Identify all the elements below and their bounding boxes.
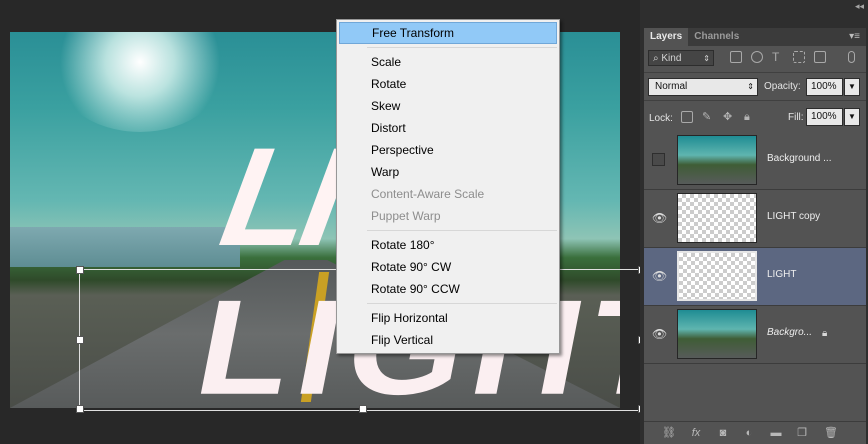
menu-separator bbox=[367, 230, 557, 231]
menu-item-warp[interactable]: Warp bbox=[337, 161, 559, 183]
lock-label: Lock: bbox=[649, 113, 673, 124]
transform-context-menu: Free Transform Scale Rotate Skew Distort Pers… bbox=[336, 19, 560, 354]
eye-icon[interactable]: 👁︎ bbox=[652, 327, 667, 341]
lock-transparent-icon[interactable] bbox=[681, 111, 693, 123]
transform-handle-bottom-left[interactable] bbox=[76, 405, 84, 413]
layer-name[interactable]: Background ... bbox=[767, 153, 831, 164]
opacity-dropdown-button[interactable]: ▼ bbox=[844, 78, 860, 96]
transform-handle-bottom-center[interactable] bbox=[359, 405, 367, 413]
sun-glare bbox=[50, 32, 230, 132]
lock-position-icon[interactable]: ✥ bbox=[723, 111, 735, 123]
menu-item-free-transform[interactable]: Free Transform bbox=[339, 22, 557, 44]
adjustment-filter-icon[interactable] bbox=[751, 51, 763, 63]
menu-item-distort[interactable]: Distort bbox=[337, 117, 559, 139]
link-layers-icon[interactable]: ⛓ bbox=[662, 427, 676, 439]
new-group-icon[interactable]: ▬ bbox=[770, 427, 782, 439]
menu-item-rotate-180[interactable]: Rotate 180° bbox=[337, 234, 559, 256]
visibility-toggle-off[interactable] bbox=[652, 153, 665, 166]
layer-row[interactable]: Background ... bbox=[644, 132, 866, 190]
shape-filter-icon[interactable] bbox=[793, 51, 805, 63]
layer-row[interactable]: 👁︎ LIGHT bbox=[644, 248, 866, 306]
layer-name[interactable]: LIGHT bbox=[767, 269, 796, 280]
layer-filter-select[interactable]: ⌕ Kind ⇕ bbox=[648, 50, 714, 66]
layer-row[interactable]: 👁︎ Backgro... 🔒︎ bbox=[644, 306, 866, 364]
tab-layers[interactable]: Layers bbox=[644, 28, 689, 46]
layers-list: Background ... 👁︎ LIGHT copy 👁︎ LIGHT 👁︎ Backg… bbox=[644, 132, 866, 364]
menu-item-flip-vertical[interactable]: Flip Vertical bbox=[337, 329, 559, 351]
lock-pixels-icon[interactable]: ✎ bbox=[702, 111, 714, 123]
smart-object-filter-icon[interactable] bbox=[814, 51, 826, 63]
new-layer-icon[interactable]: ❐ bbox=[796, 427, 808, 439]
menu-item-puppet-warp: Puppet Warp bbox=[371, 209, 441, 223]
chevron-updown-icon: ⇕ bbox=[703, 54, 710, 63]
lock-icon: 🔒︎ bbox=[822, 328, 828, 339]
layer-thumbnail[interactable] bbox=[677, 193, 757, 243]
menu-item-perspective[interactable]: Perspective bbox=[337, 139, 559, 161]
layers-panel: Layers Channels ▾≡ ⌕ Kind ⇕ T Normal ⇕ Op… bbox=[644, 28, 866, 444]
lake bbox=[10, 227, 240, 267]
collapse-panels-icon[interactable]: ◂◂ bbox=[855, 1, 864, 12]
menu-item-scale[interactable]: Scale bbox=[337, 51, 559, 73]
add-mask-icon[interactable]: ◙ bbox=[717, 427, 729, 439]
menu-item-flip-horizontal[interactable]: Flip Horizontal bbox=[337, 307, 559, 329]
menu-item-rotate-90-ccw[interactable]: Rotate 90° CCW bbox=[337, 278, 559, 300]
layer-thumbnail[interactable] bbox=[677, 309, 757, 359]
fill-input[interactable]: 100% bbox=[806, 108, 843, 126]
adjustment-layer-icon[interactable]: ◐ bbox=[743, 427, 755, 439]
layer-row[interactable]: 👁︎ LIGHT copy bbox=[644, 190, 866, 248]
fx-icon[interactable]: fx bbox=[690, 427, 702, 439]
layer-thumbnail[interactable] bbox=[677, 251, 757, 301]
filter-kind-label: Kind bbox=[661, 53, 682, 64]
menu-item-skew[interactable]: Skew bbox=[337, 95, 559, 117]
filter-toggle-icon[interactable] bbox=[848, 51, 855, 63]
menu-item-content-aware-scale: Content-Aware Scale bbox=[371, 187, 485, 201]
lock-all-icon[interactable]: 🔒︎ bbox=[744, 111, 756, 123]
layer-thumbnail[interactable] bbox=[677, 135, 757, 185]
panel-menu-icon[interactable]: ▾≡ bbox=[849, 31, 860, 42]
layer-name[interactable]: Backgro... bbox=[767, 327, 812, 338]
lock-row: Lock: ✎ ✥ 🔒︎ Fill: 100% ▼ bbox=[644, 100, 866, 131]
fill-label: Fill: bbox=[788, 112, 804, 123]
opacity-input[interactable]: 100% bbox=[806, 78, 843, 96]
eye-icon[interactable]: 👁︎ bbox=[652, 211, 667, 225]
image-filter-icon[interactable] bbox=[730, 51, 742, 63]
blend-mode-value: Normal bbox=[655, 81, 688, 92]
trash-icon[interactable]: 🗑︎ bbox=[824, 427, 838, 439]
fill-dropdown-button[interactable]: ▼ bbox=[844, 108, 860, 126]
transform-handle-middle-left[interactable] bbox=[76, 336, 84, 344]
type-filter-icon[interactable]: T bbox=[772, 51, 784, 63]
panel-tabs: Layers Channels bbox=[644, 28, 866, 46]
eye-icon[interactable]: 👁︎ bbox=[652, 269, 667, 283]
layers-footer: ⛓ fx ◙ ◐ ▬ ❐ 🗑︎ bbox=[644, 421, 866, 444]
opacity-label: Opacity: bbox=[764, 81, 801, 92]
filter-row: ⌕ Kind ⇕ T bbox=[644, 46, 866, 72]
chevron-updown-icon: ⇕ bbox=[747, 82, 754, 91]
menu-item-rotate-90-cw[interactable]: Rotate 90° CW bbox=[337, 256, 559, 278]
layer-name[interactable]: LIGHT copy bbox=[767, 211, 820, 222]
blend-row: Normal ⇕ Opacity: 100% ▼ bbox=[644, 72, 866, 99]
tab-channels[interactable]: Channels bbox=[688, 28, 745, 46]
menu-separator bbox=[367, 47, 557, 48]
blend-mode-select[interactable]: Normal ⇕ bbox=[648, 78, 758, 96]
menu-separator bbox=[367, 303, 557, 304]
menu-item-rotate[interactable]: Rotate bbox=[337, 73, 559, 95]
transform-handle-top-left[interactable] bbox=[76, 266, 84, 274]
